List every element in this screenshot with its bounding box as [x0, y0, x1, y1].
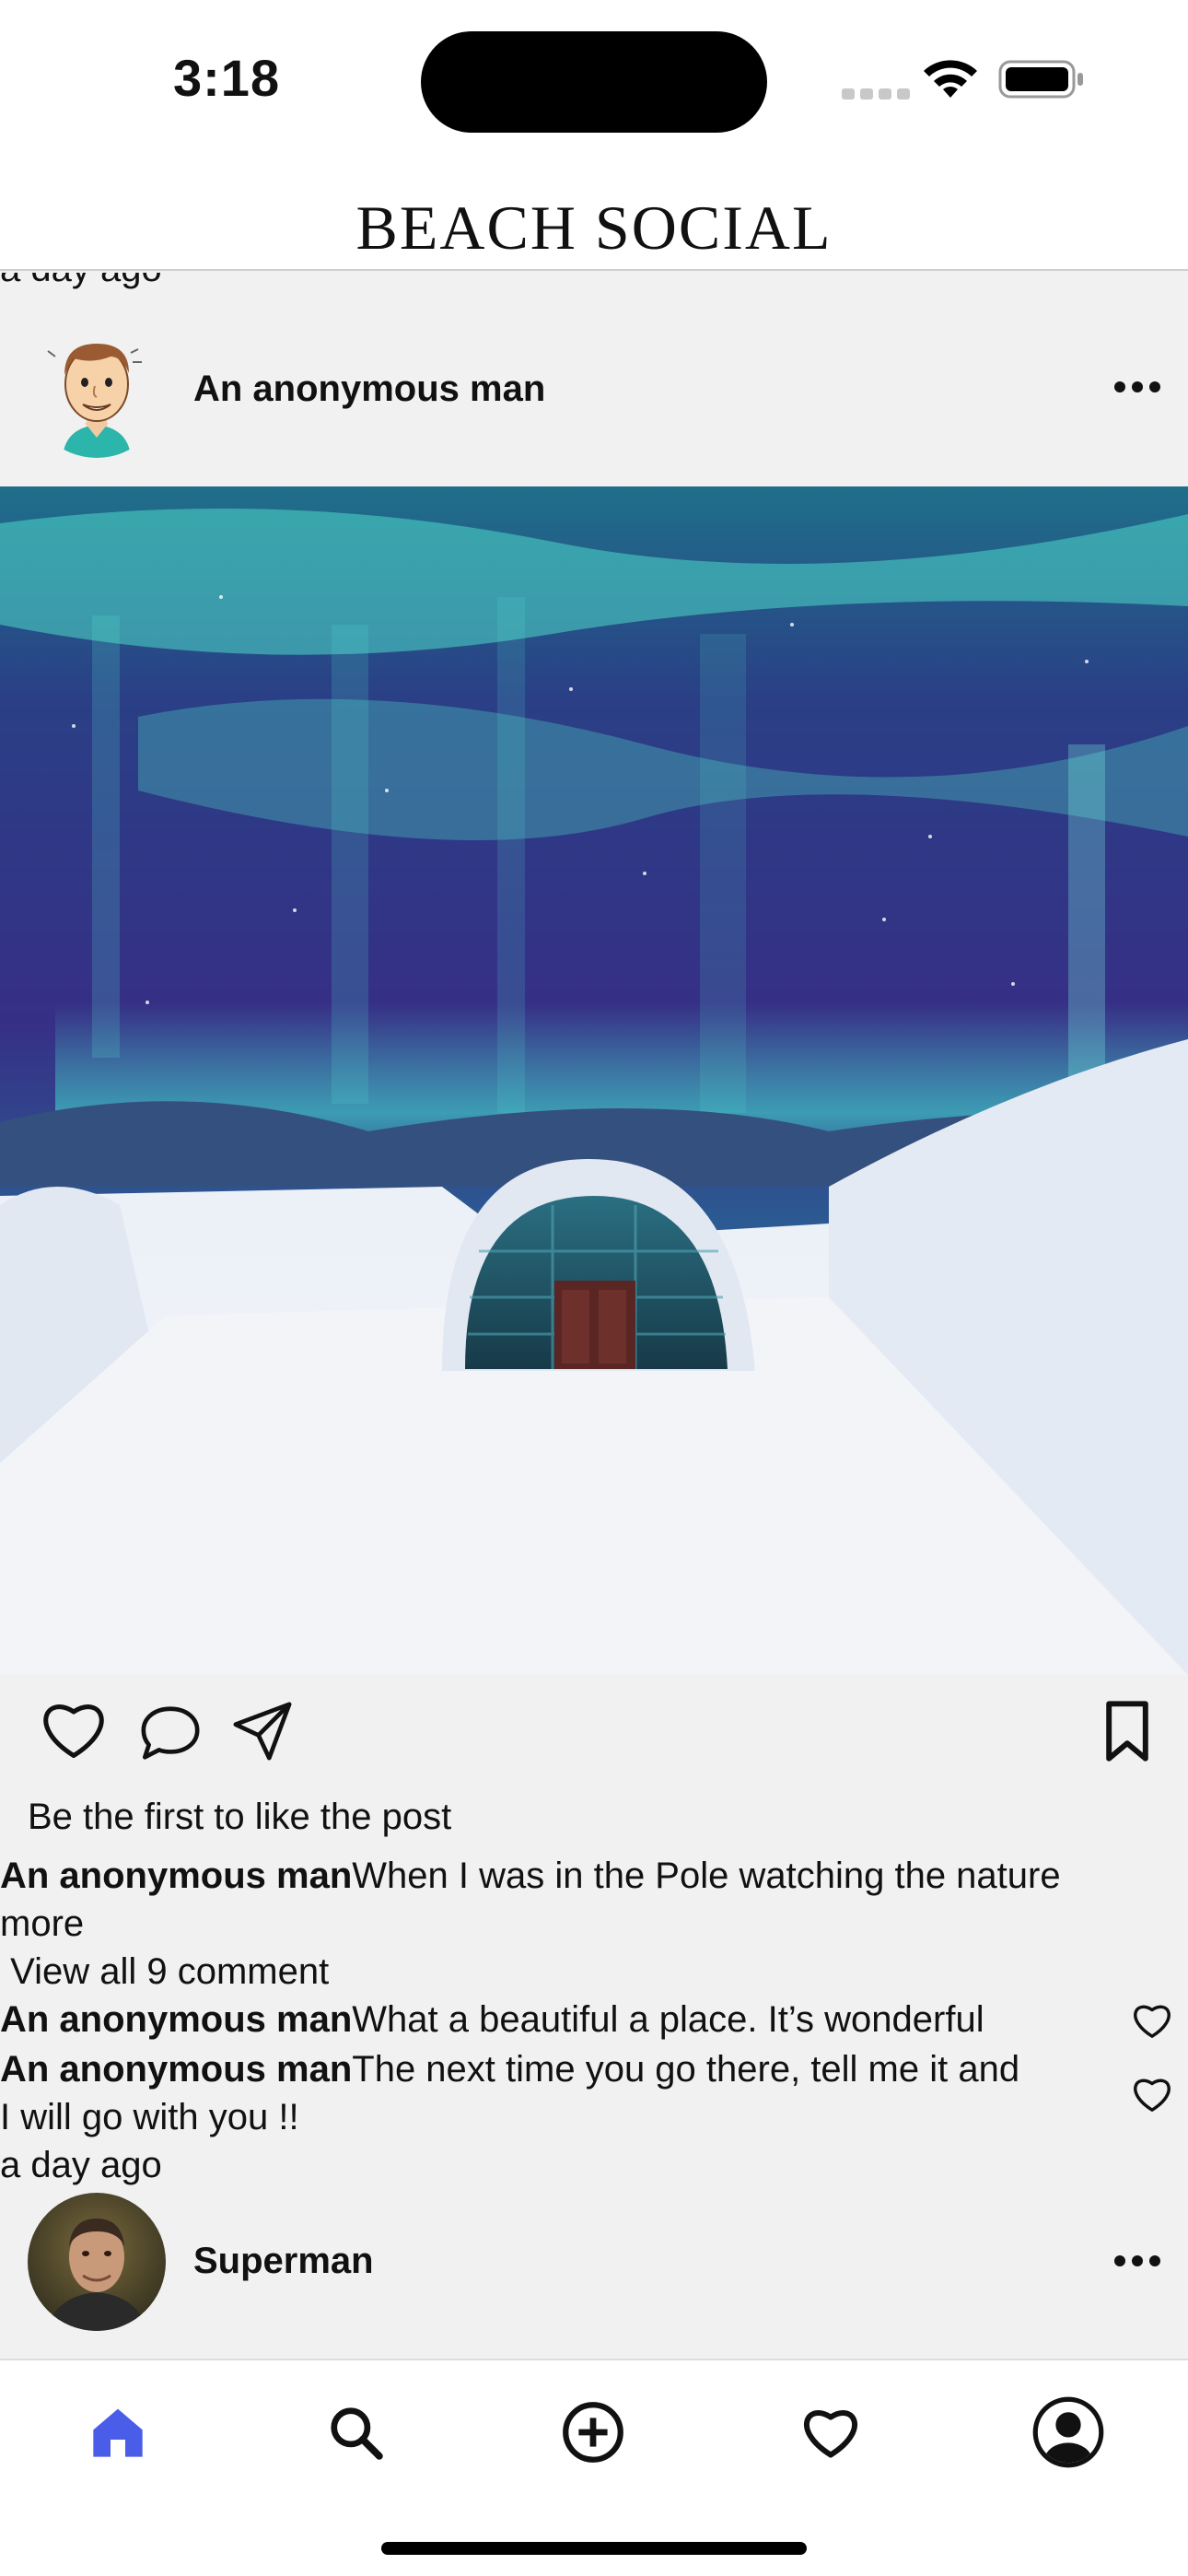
post-actions	[0, 1697, 1188, 1780]
post-author-name[interactable]: An anonymous man	[193, 369, 545, 410]
tab-home[interactable]	[81, 2395, 155, 2469]
like-heart-icon[interactable]	[39, 1697, 109, 1762]
app-header: BEACH SOCIAL	[0, 158, 1188, 271]
caption-text: When I was in the Pole watching the natu…	[352, 1856, 1061, 1896]
tab-activity[interactable]	[794, 2395, 868, 2469]
app-title: BEACH SOCIAL	[355, 192, 833, 263]
comment-bubble-icon[interactable]	[138, 1703, 203, 1763]
more-options-icon[interactable]	[1114, 381, 1160, 396]
cartoon-man-avatar[interactable]	[28, 320, 166, 458]
comment-text: The next time you go there, tell me it a…	[352, 2049, 1020, 2090]
tab-create[interactable]	[556, 2395, 630, 2469]
previous-post-timestamp: a day ago	[0, 273, 162, 290]
plus-circle-icon	[563, 2402, 623, 2463]
battery-icon	[998, 60, 1083, 99]
caption-more-link[interactable]: more	[0, 1900, 84, 1948]
comment-row: An anonymous manThe next time you go the…	[0, 2045, 1019, 2093]
heart-icon	[804, 2410, 857, 2458]
home-indicator	[381, 2542, 807, 2555]
search-icon	[331, 2407, 383, 2460]
comment-like-heart-icon[interactable]	[1131, 2075, 1173, 2113]
dynamic-island	[421, 31, 767, 133]
more-options-icon[interactable]	[1114, 2255, 1160, 2270]
next-post-author-name[interactable]: Superman	[193, 2241, 374, 2282]
home-icon	[93, 2408, 143, 2457]
post-header: An anonymous man	[0, 297, 1188, 481]
post-timestamp: a day ago	[0, 2145, 162, 2185]
share-send-icon[interactable]	[230, 1699, 295, 1763]
profile-icon	[1032, 2396, 1104, 2468]
status-bar: 3:18	[0, 0, 1188, 158]
comment-row: An anonymous manWhat a beautiful a place…	[0, 1996, 984, 2043]
post-caption: An anonymous manWhen I was in the Pole w…	[0, 1852, 1061, 1900]
status-time: 3:18	[173, 49, 281, 107]
wifi-icon	[924, 60, 977, 98]
cellular-signal-icon	[842, 88, 910, 100]
photo-avatar[interactable]	[28, 2193, 166, 2331]
comment-text: What a beautiful a place. It’s wonderful	[352, 1999, 984, 2040]
tab-profile[interactable]	[1031, 2395, 1105, 2469]
comment-like-heart-icon[interactable]	[1131, 2001, 1173, 2040]
feed[interactable]: a day ago An anonymous man	[0, 273, 1188, 2359]
comment-text-continued: I will go with you !!	[0, 2097, 299, 2137]
next-post-header: Superman	[0, 2193, 1188, 2359]
bookmark-icon[interactable]	[1101, 1701, 1153, 1762]
tab-search[interactable]	[319, 2395, 392, 2469]
post-image[interactable]	[0, 486, 1188, 1675]
comment-author[interactable]: An anonymous man	[0, 2049, 352, 2090]
comment-author[interactable]: An anonymous man	[0, 1999, 352, 2040]
view-all-comments-link[interactable]: View all 9 comment	[0, 1948, 329, 1996]
caption-author[interactable]: An anonymous man	[0, 1856, 352, 1896]
likes-summary: Be the first to like the post	[28, 1797, 452, 1837]
